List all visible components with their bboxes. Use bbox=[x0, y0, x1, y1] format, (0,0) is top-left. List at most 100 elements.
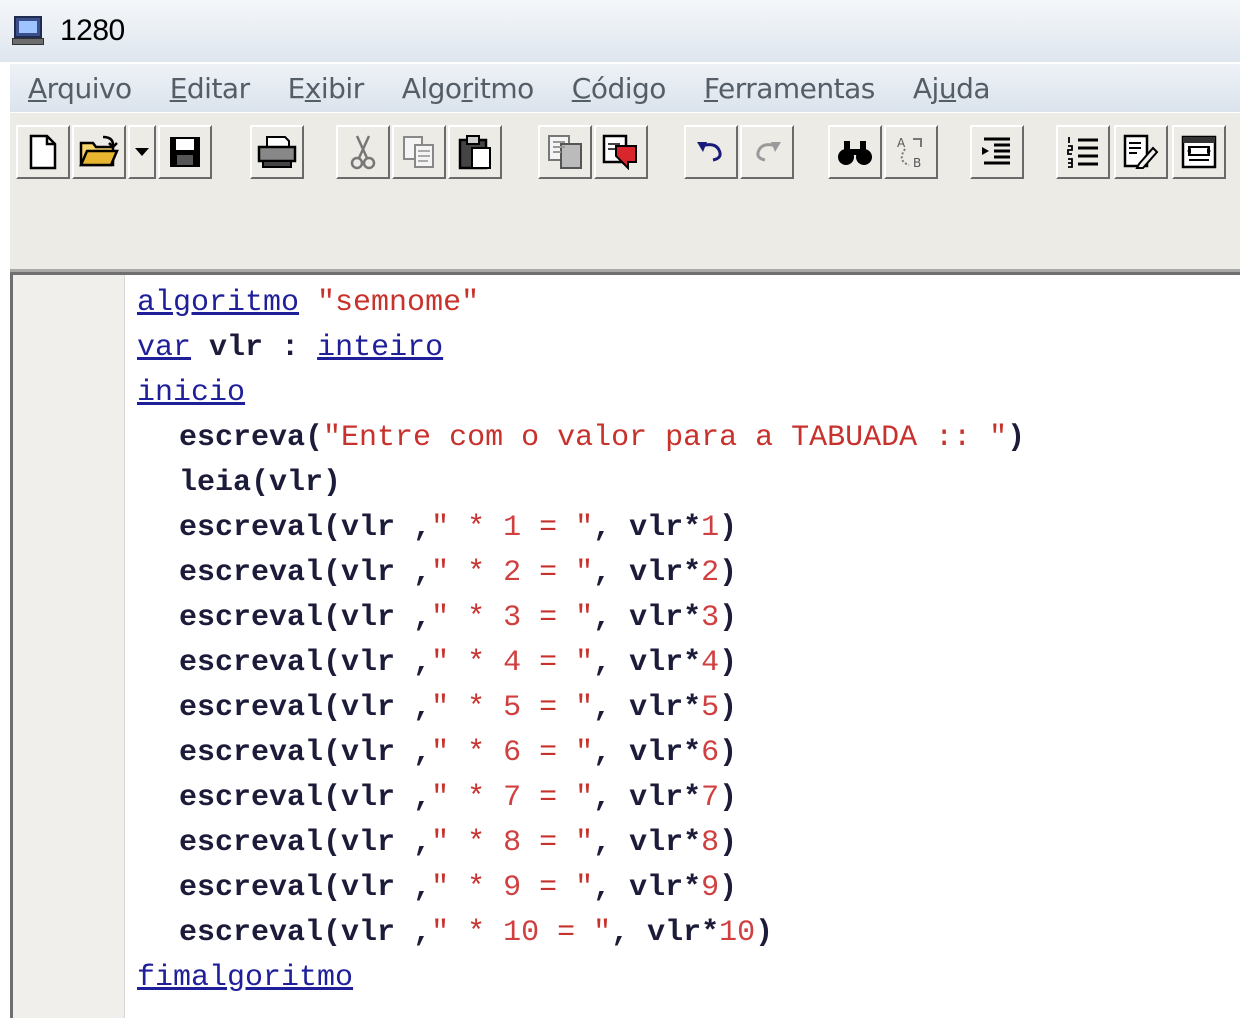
row-argument: vlr bbox=[341, 556, 396, 590]
code-punctuation: , bbox=[395, 601, 432, 635]
product-expression: vlr* bbox=[629, 781, 702, 815]
open-dropdown-button[interactable] bbox=[128, 125, 156, 179]
open-button[interactable] bbox=[72, 125, 126, 179]
product-number: 8 bbox=[701, 826, 720, 860]
code-punctuation: ( bbox=[323, 601, 342, 635]
redo-icon bbox=[756, 142, 781, 162]
type-separator: : bbox=[281, 331, 300, 365]
string-part: = " bbox=[521, 601, 594, 635]
numbered-list-button[interactable] bbox=[1056, 125, 1110, 179]
menu-item[interactable]: Arquivo bbox=[28, 72, 132, 105]
row-argument: vlr bbox=[341, 646, 396, 680]
product-number: 2 bbox=[701, 556, 720, 590]
function-escreva: escreva bbox=[179, 421, 306, 455]
code-punctuation: ( bbox=[323, 556, 342, 590]
function-escreval: escreval bbox=[179, 691, 324, 725]
menu-item[interactable]: Editar bbox=[170, 72, 250, 105]
paste-document-button[interactable] bbox=[594, 125, 648, 179]
code-punctuation: , bbox=[395, 691, 432, 725]
code-line-escreva: escreva("Entre com o valor para a TABUAD… bbox=[137, 416, 1240, 461]
code-punctuation: ( bbox=[323, 646, 342, 680]
row-argument: vlr bbox=[341, 781, 396, 815]
code-punctuation: , bbox=[593, 691, 630, 725]
document-edit-button[interactable] bbox=[1114, 125, 1168, 179]
keyword-algoritmo: algoritmo bbox=[137, 286, 300, 320]
function-escreval: escreval bbox=[179, 916, 324, 950]
code-punctuation: ( bbox=[323, 511, 342, 545]
product-number: 7 bbox=[701, 781, 720, 815]
code-punctuation: ( bbox=[323, 826, 342, 860]
product-expression: vlr* bbox=[629, 601, 702, 635]
code-area[interactable]: algoritmo "semnome" var vlr : inteiro inic… bbox=[137, 281, 1240, 1001]
code-punctuation: ) bbox=[719, 601, 738, 635]
paste-button[interactable] bbox=[448, 125, 502, 179]
undo-icon bbox=[697, 142, 722, 162]
new-file-button[interactable] bbox=[16, 125, 70, 179]
string-part: " * bbox=[431, 871, 504, 905]
code-punctuation: , bbox=[395, 916, 432, 950]
code-line-escreval: escreval(vlr ," * 10 = ", vlr*10) bbox=[137, 911, 1240, 956]
menu-item[interactable]: Ferramentas bbox=[704, 72, 875, 105]
product-number: 10 bbox=[719, 916, 756, 950]
document-edit-icon bbox=[1123, 134, 1159, 169]
row-argument: vlr bbox=[341, 916, 396, 950]
toolbar: A B bbox=[10, 112, 1240, 272]
copy-button[interactable] bbox=[392, 125, 446, 179]
numbered-list-icon bbox=[1067, 137, 1098, 168]
print-button[interactable] bbox=[250, 125, 304, 179]
code-punctuation: , bbox=[593, 826, 630, 860]
form-icon bbox=[1181, 135, 1217, 169]
replace-button[interactable]: A B bbox=[884, 125, 938, 179]
string-part: " * bbox=[431, 826, 504, 860]
find-button[interactable] bbox=[828, 125, 882, 179]
string-part: = " bbox=[521, 646, 594, 680]
cut-icon bbox=[350, 135, 376, 170]
menu-bar: Arquivo Editar Exibir Algoritmo Código Ferram… bbox=[10, 64, 1240, 112]
multiplier-number: 8 bbox=[503, 826, 522, 860]
menu-item[interactable]: Algoritmo bbox=[402, 72, 535, 105]
string-part: " * bbox=[431, 646, 504, 680]
product-expression: vlr* bbox=[629, 646, 702, 680]
editor-gutter bbox=[13, 275, 125, 1018]
row-argument: vlr bbox=[341, 601, 396, 635]
string-part: = " bbox=[521, 781, 594, 815]
copy-document-icon bbox=[548, 135, 582, 169]
window-title: 1280 bbox=[60, 14, 125, 47]
code-line-escreval: escreval(vlr ," * 1 = ", vlr*1) bbox=[137, 506, 1240, 551]
undo-button[interactable] bbox=[684, 125, 738, 179]
row-argument: vlr bbox=[341, 871, 396, 905]
function-escreval: escreval bbox=[179, 871, 324, 905]
algorithm-name: "semnome" bbox=[317, 286, 480, 320]
save-button[interactable] bbox=[158, 125, 212, 179]
cut-button[interactable] bbox=[336, 125, 390, 179]
code-line-inicio: inicio bbox=[137, 371, 1240, 416]
code-punctuation: , bbox=[611, 916, 648, 950]
code-line-escreval: escreval(vlr ," * 8 = ", vlr*8) bbox=[137, 821, 1240, 866]
string-part: " * bbox=[431, 781, 504, 815]
menu-item[interactable]: Código bbox=[572, 72, 667, 105]
indent-icon bbox=[982, 137, 1010, 165]
code-punctuation: ) bbox=[719, 556, 738, 590]
function-escreval: escreval bbox=[179, 736, 324, 770]
redo-button[interactable] bbox=[740, 125, 794, 179]
row-argument: vlr bbox=[341, 826, 396, 860]
code-punctuation: , bbox=[593, 736, 630, 770]
replace-icon: A B bbox=[897, 136, 922, 170]
keyword-fimalgoritmo: fimalgoritmo bbox=[137, 961, 354, 995]
indent-button[interactable] bbox=[970, 125, 1024, 179]
code-punctuation: , bbox=[593, 646, 630, 680]
menu-item[interactable]: Exibir bbox=[288, 72, 365, 105]
string-part: = " bbox=[521, 691, 594, 725]
open-folder-icon bbox=[79, 135, 119, 167]
save-icon bbox=[170, 137, 200, 167]
form-button[interactable] bbox=[1172, 125, 1226, 179]
row-argument: vlr bbox=[341, 511, 396, 545]
function-escreval: escreval bbox=[179, 646, 324, 680]
find-icon bbox=[838, 141, 872, 165]
string-part: = " bbox=[521, 736, 594, 770]
copy-document-button[interactable] bbox=[538, 125, 592, 179]
code-editor[interactable]: algoritmo "semnome" var vlr : inteiro inic… bbox=[10, 272, 1240, 1018]
code-punctuation: ( bbox=[323, 736, 342, 770]
menu-item[interactable]: Ajuda bbox=[913, 72, 991, 105]
code-punctuation: ) bbox=[719, 781, 738, 815]
